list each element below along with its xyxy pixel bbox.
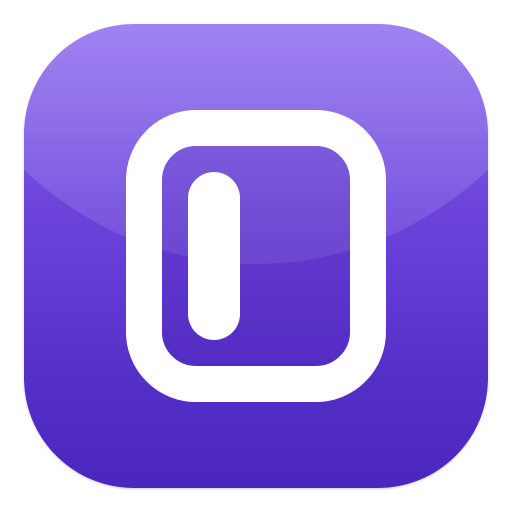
sidebar-pill (188, 172, 240, 340)
icon-canvas (0, 0, 512, 512)
app-icon[interactable] (24, 24, 488, 488)
sidebar-panel-icon (126, 110, 386, 402)
